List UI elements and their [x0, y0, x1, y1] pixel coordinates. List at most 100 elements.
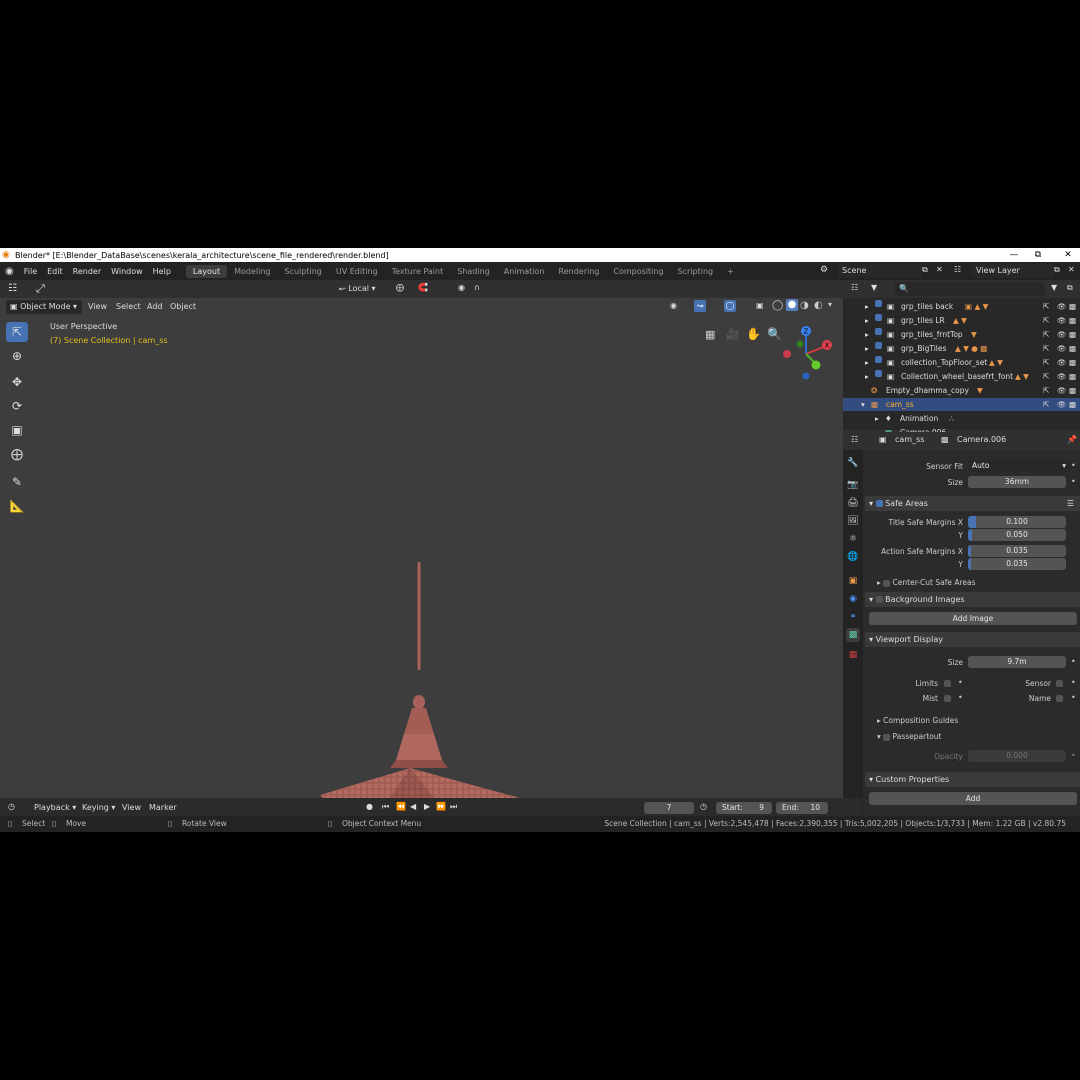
exclude-checkbox[interactable]: [875, 356, 882, 363]
visibility-eye-icon[interactable]: 👁: [1057, 384, 1067, 397]
tool-select-box[interactable]: ⇱: [6, 322, 28, 342]
visibility-eye-icon[interactable]: 👁: [1057, 342, 1067, 355]
expand-arrow-icon[interactable]: ▸: [875, 412, 879, 425]
title-safe-x-field[interactable]: 0.100: [968, 516, 1066, 528]
viewport-menu-select[interactable]: Select: [116, 300, 141, 314]
tool-tab-icon[interactable]: 🔧: [846, 456, 860, 470]
keyframe-dot-icon[interactable]: •: [1071, 477, 1076, 486]
background-images-panel-header[interactable]: ▾ Background Images: [865, 592, 1080, 607]
viewport-display-panel-header[interactable]: ▾ Viewport Display: [865, 632, 1080, 647]
display-mode-icon[interactable]: ▼: [871, 283, 877, 292]
gizmo-neg-y[interactable]: [796, 340, 804, 348]
timeline-keying-menu[interactable]: Keying ▾: [82, 801, 115, 815]
exclude-checkbox[interactable]: [875, 342, 882, 349]
new-view-layer-icon[interactable]: ⧉: [1054, 265, 1060, 275]
outliner-row-selected[interactable]: ▾ ▩ cam_ss ⇱ 👁 ▩: [843, 398, 1080, 411]
tab-uv-editing[interactable]: UV Editing: [329, 265, 385, 278]
outliner-row[interactable]: ❂ Empty_dhamma_copy ▼ ⇱ 👁 ▩: [843, 384, 1080, 397]
tab-scripting[interactable]: Scripting: [671, 265, 721, 278]
pivot-icon[interactable]: ⨁: [396, 283, 404, 292]
collapse-arrow-icon[interactable]: ▾: [861, 398, 865, 411]
camera-icon[interactable]: 🎥: [726, 328, 740, 341]
outliner-row[interactable]: ▸ ▣ collection_TopFloor_set ▲ ▼ ⇱ 👁 ▩: [843, 356, 1080, 369]
new-collection-icon[interactable]: ⧉: [1067, 283, 1073, 293]
center-cut-checkbox[interactable]: [883, 579, 891, 587]
gizmo-neg-z[interactable]: [802, 372, 810, 380]
keyframe-dot-icon[interactable]: •: [1071, 693, 1076, 702]
falloff-icon[interactable]: ∩: [474, 283, 480, 292]
limits-checkbox[interactable]: [944, 680, 951, 687]
keyframe-dot-icon[interactable]: •: [1071, 751, 1076, 760]
tab-animation[interactable]: Animation: [497, 265, 552, 278]
keyframe-dot-icon[interactable]: •: [958, 678, 963, 687]
start-frame-field[interactable]: Start: 9: [716, 802, 772, 814]
expand-arrow-icon[interactable]: ▸: [865, 356, 869, 369]
vd-size-field[interactable]: 9.7m: [968, 656, 1066, 668]
gizmo-toggle-icon[interactable]: ↝: [694, 300, 706, 312]
tool-rotate[interactable]: ⟳: [6, 396, 28, 416]
title-safe-y-field[interactable]: 0.050: [968, 529, 1066, 541]
world-tab-icon[interactable]: 🌐: [846, 550, 860, 564]
tab-compositing[interactable]: Compositing: [606, 265, 670, 278]
tool-annotate[interactable]: ✎: [6, 472, 28, 492]
tab-modeling[interactable]: Modeling: [227, 265, 277, 278]
custom-properties-panel-header[interactable]: ▾ Custom Properties: [865, 772, 1080, 787]
next-keyframe-icon[interactable]: ⏩: [436, 802, 446, 811]
object-mode-dropdown[interactable]: ▣ Object Mode ▾: [6, 300, 82, 314]
safe-areas-checkbox[interactable]: [875, 500, 883, 507]
transform-orientation[interactable]: ↜ Local ▾: [336, 282, 389, 296]
visibility-eye-icon[interactable]: 👁: [1057, 370, 1067, 383]
play-reverse-icon[interactable]: ◀: [410, 802, 416, 811]
pin-icon[interactable]: 📌: [1067, 435, 1077, 444]
new-scene-icon[interactable]: ⧉: [922, 265, 928, 275]
select-box-icon[interactable]: ⤢: [36, 282, 45, 296]
expand-arrow-icon[interactable]: ▸: [865, 370, 869, 383]
tab-sculpting[interactable]: Sculpting: [278, 265, 329, 278]
exclude-checkbox[interactable]: [875, 300, 882, 307]
play-icon[interactable]: ▶: [424, 802, 430, 811]
view-layer-icon[interactable]: ☷: [954, 265, 961, 274]
select-arrow-icon[interactable]: ⇱: [1043, 398, 1049, 411]
remove-view-layer-icon[interactable]: ✕: [1068, 265, 1075, 274]
select-arrow-icon[interactable]: ⇱: [1043, 356, 1049, 369]
sensor-fit-dropdown[interactable]: Auto ▾: [968, 460, 1070, 472]
tab-texture-paint[interactable]: Texture Paint: [385, 265, 451, 278]
expand-arrow-icon[interactable]: ▸: [865, 328, 869, 341]
passepartout-checkbox[interactable]: [883, 733, 891, 741]
jump-end-icon[interactable]: ⏭: [450, 802, 457, 812]
menu-window[interactable]: Window: [106, 267, 148, 276]
blender-menu-icon[interactable]: ◉: [0, 266, 19, 277]
timeline-editor-icon[interactable]: ◷: [8, 802, 15, 811]
scene-icon[interactable]: ⚙: [820, 265, 828, 275]
sensor-checkbox[interactable]: [1056, 680, 1063, 687]
navigation-gizmo[interactable]: Z X: [776, 324, 842, 384]
editor-type-icon[interactable]: ☷: [8, 283, 17, 294]
filter-icon[interactable]: ▼: [1051, 283, 1057, 292]
record-icon[interactable]: ●: [366, 802, 373, 811]
physics-tab-icon[interactable]: ◉: [846, 592, 860, 606]
viewport-menu-add[interactable]: Add: [147, 300, 163, 314]
close-icon[interactable]: ✕: [1054, 248, 1080, 262]
prev-keyframe-icon[interactable]: ⏪: [396, 802, 406, 811]
current-frame-field[interactable]: 7: [644, 802, 694, 814]
menu-edit[interactable]: Edit: [42, 267, 68, 276]
visibility-eye-icon[interactable]: 👁: [1057, 314, 1067, 327]
composition-guides-subpanel[interactable]: ▸ Composition Guides: [877, 716, 958, 725]
visibility-eye-icon[interactable]: 👁: [1057, 398, 1067, 411]
constraints-tab-icon[interactable]: ⚭: [846, 610, 860, 624]
outliner-row[interactable]: ▸ ▣ grp_tiles back ▣ ▲ ▼ ⇱ 👁 ▩: [843, 300, 1080, 313]
exclude-checkbox[interactable]: [875, 314, 882, 321]
menu-help[interactable]: Help: [148, 267, 176, 276]
toggle-camera-view-icon[interactable]: ▦: [705, 328, 715, 341]
expand-arrow-icon[interactable]: ▸: [865, 314, 869, 327]
viewport-menu-view[interactable]: View: [88, 300, 107, 314]
menu-file[interactable]: File: [19, 267, 42, 276]
pan-hand-icon[interactable]: ✋: [746, 327, 761, 341]
action-safe-y-field[interactable]: 0.035: [968, 558, 1066, 570]
exclude-checkbox[interactable]: [875, 328, 882, 335]
exclude-checkbox[interactable]: [875, 370, 882, 377]
timeline-playback-menu[interactable]: Playback ▾: [34, 801, 76, 815]
expand-arrow-icon[interactable]: ▸: [865, 300, 869, 313]
shading-rendered-icon[interactable]: ◐: [814, 300, 823, 311]
tool-transform[interactable]: ⨁: [6, 444, 28, 464]
